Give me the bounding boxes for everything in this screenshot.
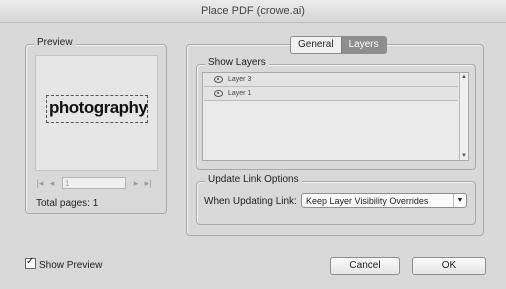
checkmark-icon: ✓ — [26, 256, 35, 267]
layer-name: Layer 1 — [228, 90, 252, 97]
layer-row[interactable]: Layer 1 — [204, 87, 458, 101]
eye-icon[interactable] — [214, 76, 223, 83]
show-layers-group: Show Layers Layer 3 Layer 1 ▲ ▼ — [196, 57, 476, 170]
total-pages-text: Total pages: 1 — [36, 198, 99, 209]
place-pdf-dialog: Place PDF (crowe.ai) Preview photography… — [0, 0, 506, 289]
prev-page-button[interactable]: ◂ — [48, 178, 56, 189]
preview-thumbnail: photography — [35, 55, 158, 171]
next-page-button[interactable]: ▸ — [132, 178, 140, 189]
chevron-down-icon[interactable]: ▼ — [453, 194, 466, 207]
show-preview-option[interactable]: ✓ Show Preview — [25, 256, 103, 271]
update-link-options-label: Update Link Options — [205, 174, 302, 185]
tab-bar: General Layers — [290, 36, 387, 54]
ok-button[interactable]: OK — [412, 257, 486, 275]
last-page-button[interactable]: ▸| — [144, 178, 152, 189]
preview-art-text: photography — [49, 98, 148, 117]
page-navigator: |◂ ◂ 1 ▸ ▸| — [36, 177, 156, 191]
show-preview-label: Show Preview — [39, 260, 103, 271]
layer-row[interactable]: Layer 3 — [204, 73, 458, 87]
scroll-down-icon[interactable]: ▼ — [461, 153, 467, 159]
update-link-options-group: Update Link Options When Updating Link: … — [196, 174, 476, 225]
update-link-selected-value: Keep Layer Visibility Overrides — [306, 196, 429, 206]
layer-list: Layer 3 Layer 1 ▲ ▼ — [202, 72, 469, 161]
show-layers-label: Show Layers — [205, 57, 269, 68]
first-page-button[interactable]: |◂ — [36, 178, 44, 189]
update-link-select[interactable]: Keep Layer Visibility Overrides ▼ — [301, 193, 467, 208]
tab-general[interactable]: General — [291, 37, 341, 53]
page-number-field[interactable]: 1 — [62, 177, 126, 189]
preview-artwork: photography — [46, 95, 148, 123]
window-title: Place PDF (crowe.ai) — [0, 0, 506, 23]
scroll-up-icon[interactable]: ▲ — [461, 74, 467, 80]
layer-list-scrollbar[interactable]: ▲ ▼ — [459, 73, 468, 160]
when-updating-link-label: When Updating Link: — [204, 196, 297, 207]
preview-panel: Preview photography |◂ ◂ 1 ▸ ▸| Total pa… — [25, 37, 167, 214]
preview-label: Preview — [34, 37, 76, 48]
show-preview-checkbox[interactable]: ✓ — [25, 256, 36, 269]
eye-icon[interactable] — [214, 90, 223, 97]
cancel-button[interactable]: Cancel — [330, 257, 400, 275]
layer-name: Layer 3 — [228, 76, 252, 83]
tab-layers[interactable]: Layers — [340, 37, 386, 53]
